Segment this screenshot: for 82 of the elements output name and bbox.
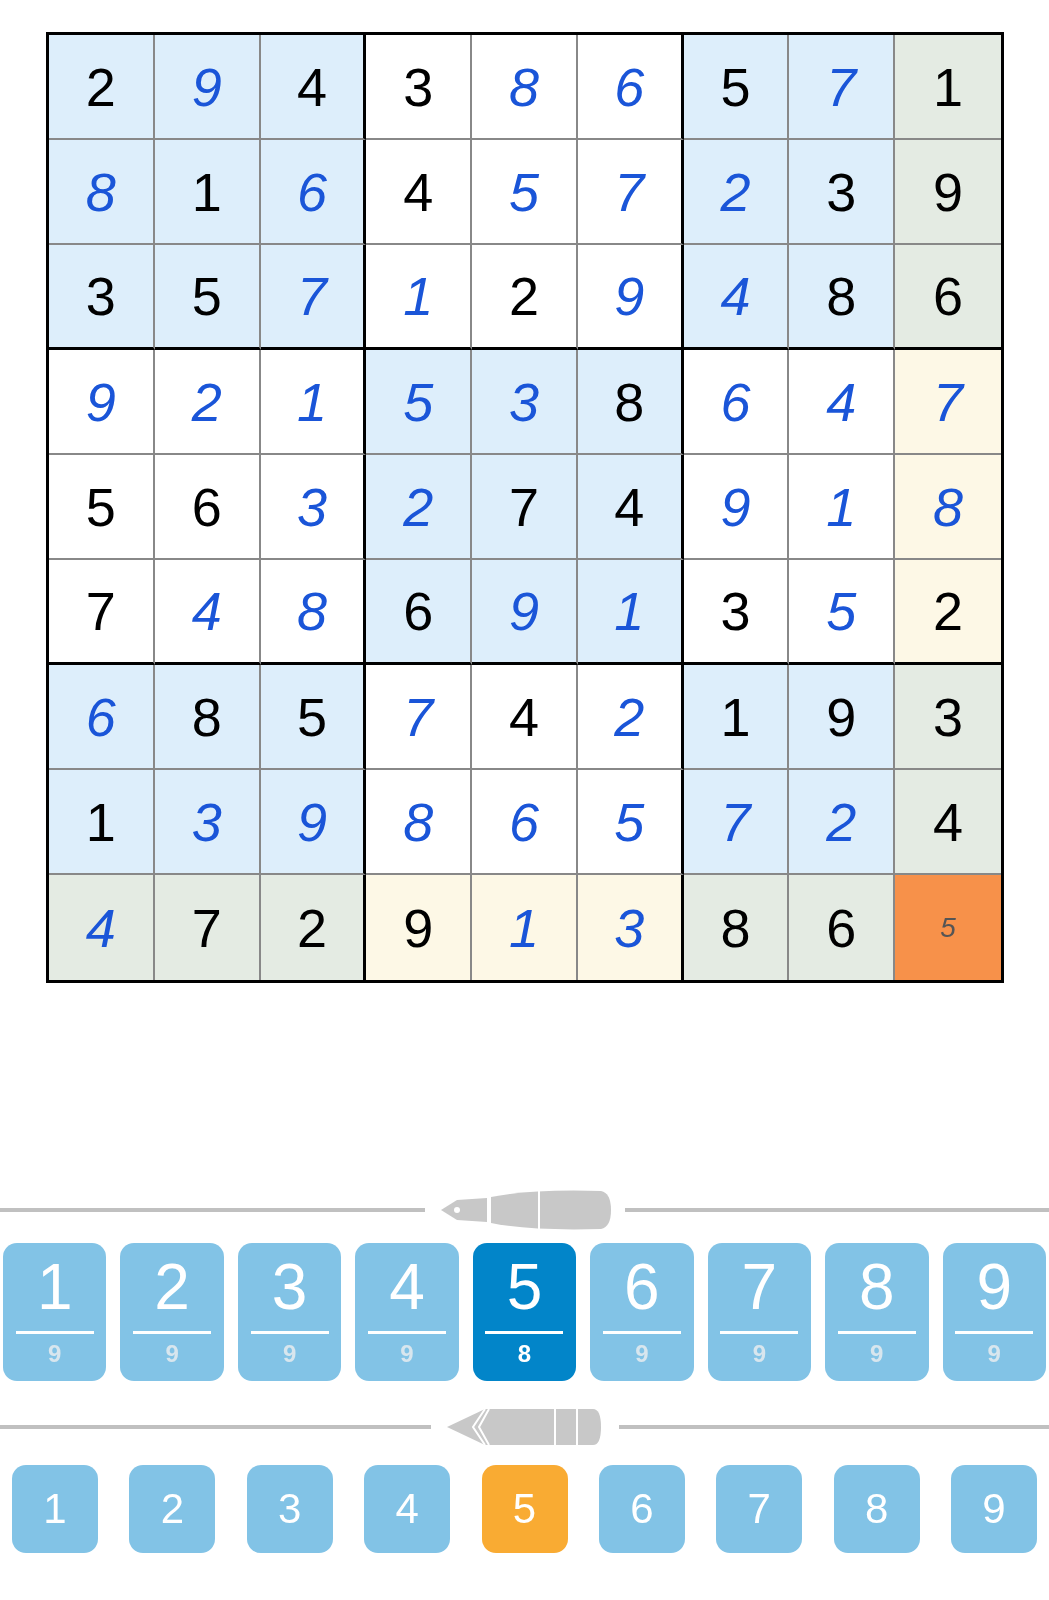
grid-cell[interactable]: 7 [683, 770, 790, 875]
grid-cell[interactable]: 6 [472, 770, 578, 875]
grid-cell[interactable]: 9 [154, 35, 261, 140]
grid-cell[interactable]: 3 [789, 140, 896, 245]
grid-cell[interactable]: 8 [49, 140, 155, 245]
grid-cell[interactable]: 8 [683, 875, 790, 980]
grid-cell[interactable]: 2 [260, 875, 367, 980]
grid-cell[interactable]: 1 [49, 770, 155, 875]
grid-cell[interactable]: 2 [49, 35, 155, 140]
grid-cell[interactable]: 7 [895, 350, 1001, 455]
digit-key[interactable]: 5 8 [472, 1243, 577, 1381]
grid-cell[interactable]: 3 [895, 665, 1001, 770]
grid-cell[interactable]: 4 [154, 560, 261, 665]
grid-cell[interactable]: 6 [260, 140, 367, 245]
grid-cell[interactable]: 2 [895, 560, 1001, 665]
grid-cell[interactable]: 2 [472, 245, 578, 350]
grid-cell[interactable]: 9 [789, 665, 896, 770]
grid-cell[interactable]: 6 [366, 560, 473, 665]
grid-cell[interactable]: 9 [49, 350, 155, 455]
grid-cell[interactable]: 1 [789, 455, 896, 560]
grid-cell[interactable]: 7 [49, 560, 155, 665]
grid-cell[interactable]: 5 [789, 560, 896, 665]
grid-cell[interactable]: 6 [577, 35, 684, 140]
grid-cell[interactable]: 5 [895, 875, 1001, 980]
grid-cell[interactable]: 4 [260, 35, 367, 140]
grid-cell[interactable]: 9 [366, 875, 473, 980]
grid-cell[interactable]: 4 [49, 875, 155, 980]
grid-cell[interactable]: 6 [895, 245, 1001, 350]
grid-cell[interactable]: 9 [577, 245, 684, 350]
grid-cell[interactable]: 1 [577, 560, 684, 665]
grid-cell[interactable]: 3 [260, 455, 367, 560]
grid-cell[interactable]: 8 [472, 35, 578, 140]
grid-cell[interactable]: 2 [577, 665, 684, 770]
grid-cell[interactable]: 3 [683, 560, 790, 665]
grid-cell[interactable]: 4 [683, 245, 790, 350]
grid-cell[interactable]: 3 [366, 35, 473, 140]
grid-cell[interactable]: 8 [789, 245, 896, 350]
grid-cell[interactable]: 4 [577, 455, 684, 560]
grid-cell[interactable]: 2 [789, 770, 896, 875]
grid-cell[interactable]: 8 [895, 455, 1001, 560]
grid-cell[interactable]: 6 [683, 350, 790, 455]
grid-cell[interactable]: 7 [789, 35, 896, 140]
grid-cell[interactable]: 4 [366, 140, 473, 245]
grid-cell[interactable]: 4 [472, 665, 578, 770]
grid-cell[interactable]: 1 [260, 350, 367, 455]
grid-cell[interactable]: 6 [154, 455, 261, 560]
grid-cell[interactable]: 5 [366, 350, 473, 455]
grid-cell[interactable]: 4 [789, 350, 896, 455]
grid-cell[interactable]: 8 [154, 665, 261, 770]
grid-cell[interactable]: 3 [577, 875, 684, 980]
grid-cell[interactable]: 7 [577, 140, 684, 245]
grid-cell[interactable]: 5 [49, 455, 155, 560]
grid-cell[interactable]: 7 [154, 875, 261, 980]
grid-cell[interactable]: 7 [472, 455, 578, 560]
grid-cell[interactable]: 7 [366, 665, 473, 770]
grid-cell[interactable]: 5 [683, 35, 790, 140]
grid-cell[interactable]: 6 [789, 875, 896, 980]
grid-cell[interactable]: 7 [260, 245, 367, 350]
grid-cell[interactable]: 4 [895, 770, 1001, 875]
grid-cell[interactable]: 6 [49, 665, 155, 770]
grid-cell[interactable]: 5 [154, 245, 261, 350]
grid-cell[interactable]: 3 [472, 350, 578, 455]
grid-cell[interactable]: 5 [260, 665, 367, 770]
grid-cell[interactable]: 1 [472, 875, 578, 980]
grid-cell[interactable]: 1 [154, 140, 261, 245]
grid-cell[interactable]: 1 [895, 35, 1001, 140]
grid-cell[interactable]: 8 [577, 350, 684, 455]
grid-cell[interactable]: 2 [154, 350, 261, 455]
grid-cell[interactable]: 3 [49, 245, 155, 350]
grid-cell[interactable]: 1 [683, 665, 790, 770]
grid-cell[interactable]: 1 [366, 245, 473, 350]
grid-cell[interactable]: 2 [366, 455, 473, 560]
grid-cell[interactable]: 9 [895, 140, 1001, 245]
grid-cell[interactable]: 8 [366, 770, 473, 875]
grid-cell[interactable]: 9 [683, 455, 790, 560]
grid-cell[interactable]: 5 [577, 770, 684, 875]
grid-cell[interactable]: 5 [472, 140, 578, 245]
grid-cell[interactable]: 9 [472, 560, 578, 665]
grid-cell[interactable]: 8 [260, 560, 367, 665]
grid-cell[interactable]: 3 [154, 770, 261, 875]
grid-cell[interactable]: 9 [260, 770, 367, 875]
grid-cell[interactable]: 2 [683, 140, 790, 245]
